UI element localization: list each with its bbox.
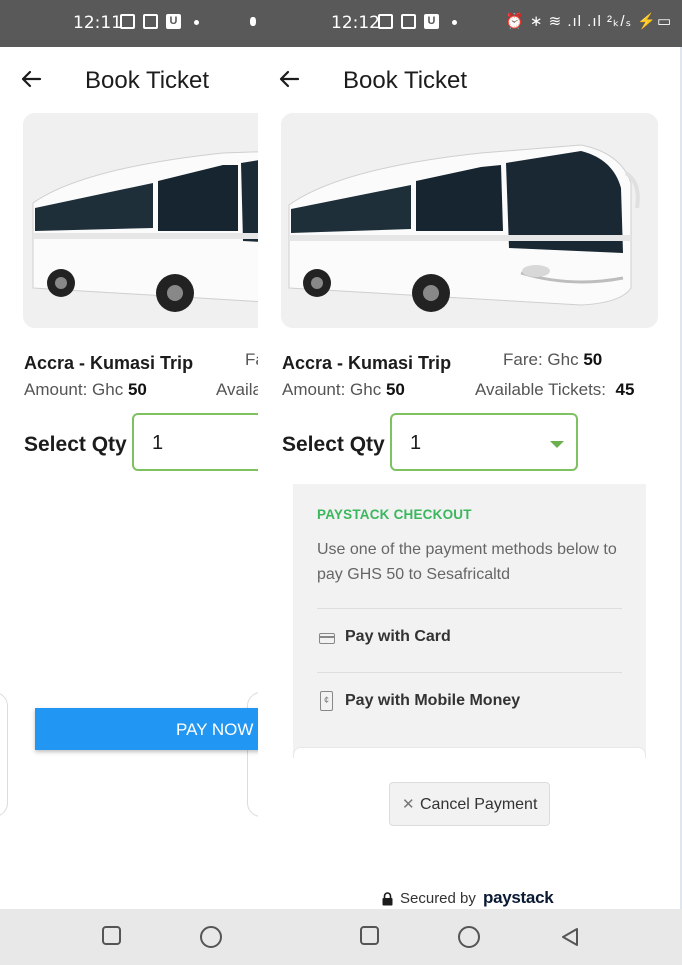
amount-line-right: Amount: Ghc 50	[282, 380, 405, 400]
home-icon[interactable]	[200, 926, 222, 948]
dialog-edge-left	[0, 692, 8, 817]
available-label-partial: Availa	[216, 380, 258, 399]
status-time-left: 12:11	[73, 13, 122, 33]
bus-image	[23, 113, 258, 328]
app-bar-right: Book Ticket	[258, 47, 682, 113]
amount-value: 50	[127, 380, 147, 399]
qty-select[interactable]: 1	[132, 413, 258, 471]
pay-with-mobile-money-option[interactable]: ¢ Pay with Mobile Money	[317, 682, 622, 722]
cancel-payment-button[interactable]: ✕ Cancel Payment	[389, 782, 550, 826]
panel-sheet-edge	[293, 747, 646, 758]
pay-with-card-label: Pay with Card	[345, 628, 451, 645]
app-badge-icon-2: U	[424, 14, 439, 29]
credit-card-icon	[319, 633, 335, 644]
back-triangle-icon[interactable]	[559, 926, 581, 948]
qty-value: 1	[152, 432, 164, 454]
pay-now-label: PAY NOW	[176, 720, 254, 739]
alarm-partial-icon	[250, 17, 256, 26]
bus-image-right	[281, 113, 658, 328]
paystack-checkout-panel: PAYSTACK CHECKOUT Use one of the payment…	[293, 484, 646, 758]
back-arrow-icon-right[interactable]	[277, 67, 301, 91]
bus-illustration	[23, 113, 258, 328]
paystack-heading: PAYSTACK CHECKOUT	[317, 507, 472, 522]
page-title-right: Book Ticket	[343, 67, 468, 94]
secured-by-text: Secured by	[400, 890, 476, 907]
left-screen: Book Ticket Accra - Kumasi Trip Fa Amoun…	[0, 47, 258, 909]
phone-screens: 12:11 U 12:12 U ⏰ ∗ ≋ .ıl .ıl ²ₖ/ₛ ⚡▭ Bo…	[0, 0, 682, 965]
recents-icon-2[interactable]	[360, 926, 379, 945]
fare-label-partial: Fa	[245, 350, 258, 369]
available-label: Available Tickets:	[475, 380, 607, 399]
right-screen: Book Ticket Accra - Kumasi Trip Fare: Gh…	[258, 47, 682, 909]
trip-name: Accra - Kumasi Trip	[24, 353, 194, 373]
close-icon: ✕	[402, 796, 415, 813]
page-title: Book Ticket	[85, 67, 210, 94]
amount-line: Amount: Ghc 50	[24, 380, 147, 400]
status-bar: 12:11 U 12:12 U ⏰ ∗ ≋ .ıl .ıl ²ₖ/ₛ ⚡▭	[0, 0, 682, 47]
cancel-payment-label: Cancel Payment	[420, 796, 538, 813]
mail-icon	[143, 14, 158, 29]
fare-line: Fare: Ghc 50	[503, 350, 602, 370]
lock-icon	[382, 892, 393, 906]
paystack-logo: paystack	[483, 888, 554, 907]
app-bar: Book Ticket	[0, 47, 258, 113]
back-arrow-icon[interactable]	[19, 67, 43, 91]
amount-label-right: Amount: Ghc	[282, 380, 382, 399]
available-value: 45	[615, 380, 635, 399]
payment-description: Use one of the payment methods below to …	[317, 541, 617, 583]
notification-dot-icon	[194, 20, 199, 25]
gallery-icon	[120, 14, 135, 29]
navigation-bar	[0, 909, 682, 965]
bus-illustration-right	[281, 113, 658, 328]
pay-with-card-option[interactable]: Pay with Card	[317, 618, 622, 658]
notification-dot-icon-2	[452, 20, 457, 25]
trip-name-right: Accra - Kumasi Trip	[282, 353, 452, 373]
app-badge-icon: U	[166, 14, 181, 29]
mail-icon-2	[401, 14, 416, 29]
home-icon-2[interactable]	[458, 926, 480, 948]
dropdown-caret-icon	[550, 441, 564, 448]
divider	[317, 672, 622, 673]
pay-now-button[interactable]: PAY NOW	[35, 708, 258, 750]
fare-value: 50	[583, 350, 603, 369]
amount-label: Amount: Ghc	[24, 380, 124, 399]
status-right-icons: ⏰ ∗ ≋ .ıl .ıl ²ₖ/ₛ ⚡▭	[505, 13, 673, 30]
gallery-icon-2	[378, 14, 393, 29]
divider	[317, 608, 622, 609]
amount-value-right: 50	[385, 380, 405, 399]
qty-value-right: 1	[410, 432, 422, 454]
recents-icon[interactable]	[102, 926, 121, 945]
mobile-money-icon: ¢	[320, 691, 333, 711]
select-qty-label-right: Select Qty	[282, 433, 385, 456]
pay-with-mobile-money-label: Pay with Mobile Money	[345, 692, 521, 709]
fare-label: Fare: Ghc	[503, 350, 579, 369]
status-time-right: 12:12	[331, 13, 380, 33]
qty-dropdown[interactable]: 1	[390, 413, 578, 471]
select-qty-label: Select Qty	[24, 433, 127, 456]
available-line: Available Tickets: 45	[475, 380, 634, 400]
